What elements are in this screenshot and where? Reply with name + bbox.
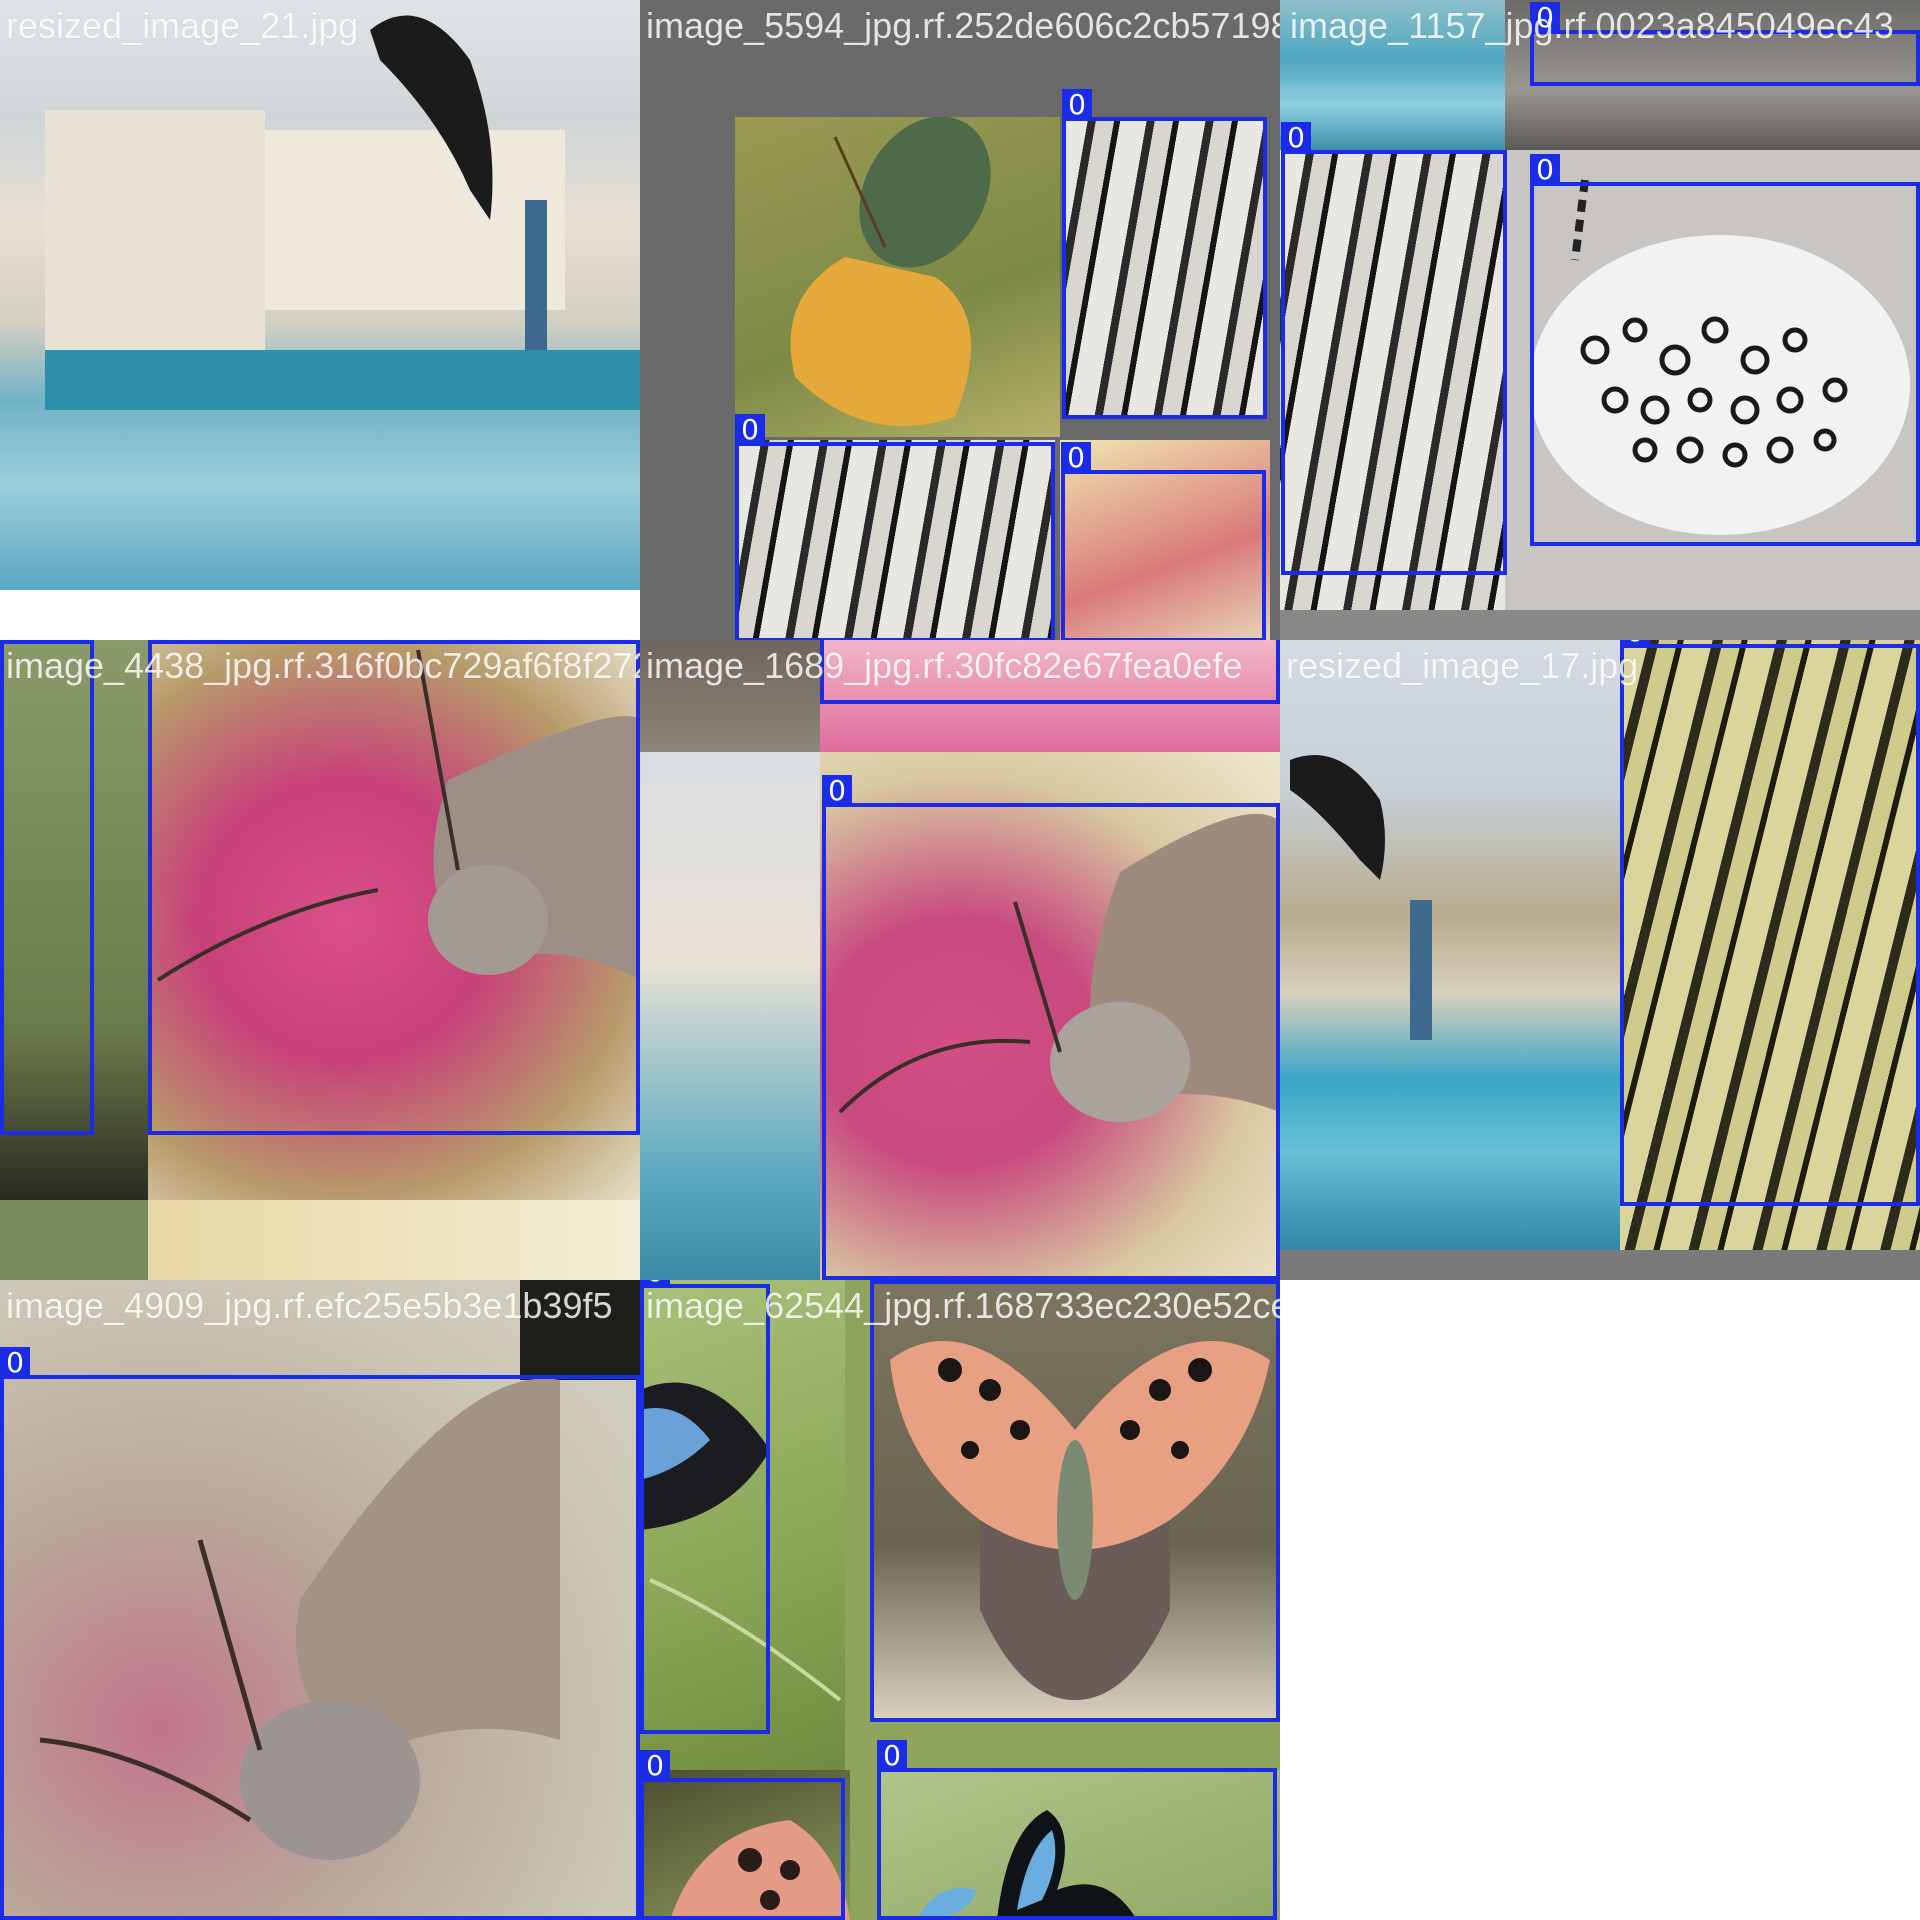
tile-filename: image_62544_jpg.rf.168733ec230e52ceba59a… (646, 1285, 1280, 1326)
detection-box: 0 (148, 640, 640, 1135)
class-label: 0 (640, 1750, 670, 1782)
mosaic-tile-4: 0 0 image_4438_jpg.rf.316f0bc729af6f8f27… (0, 640, 640, 1280)
detection-box: 0 (0, 1347, 640, 1920)
tile-filename: resized_image_21.jpg (6, 5, 359, 46)
detection-box: 0 (640, 1280, 770, 1734)
detection-box: 0 (870, 1280, 1280, 1722)
tile-filename: image_1689_jpg.rf.30fc82e67fea0efe (646, 645, 1243, 686)
pool-strip-image (640, 752, 820, 1280)
tile-filename: image_4438_jpg.rf.316f0bc729af6f8f272974 (6, 645, 640, 686)
class-label: 0 (0, 1347, 30, 1379)
class-label: 0 (0, 640, 30, 644)
tile-filename: resized_image_17.jpg (1286, 645, 1639, 686)
class-label: 0 (877, 1740, 907, 1772)
tile-filename: image_1157_jpg.rf.0023a845049ec43 (1290, 5, 1894, 46)
class-label: 0 (1281, 122, 1311, 154)
dolphin-pool-scene (0, 0, 640, 590)
detection-box: 0 (1620, 640, 1920, 1206)
class-label: 0 (1530, 154, 1560, 186)
detection-box: 0 (640, 1750, 845, 1920)
class-label: 0 (870, 1280, 900, 1284)
class-label: 0 (735, 414, 765, 446)
class-label: 0 (822, 775, 852, 807)
mosaic-tile-5: 0 0 image_1689_jpg.rf.30fc82e67fea0efe (640, 640, 1280, 1280)
detection-box: 0 (1281, 122, 1507, 575)
tile-filename: image_4909_jpg.rf.efc25e5b3e1b39f5 (6, 1285, 613, 1326)
mosaic-tile-7: 0 image_4909_jpg.rf.efc25e5b3e1b39f5 (0, 1280, 640, 1920)
detection-box: 0 (735, 414, 1055, 640)
mosaic-tile-empty (1280, 1280, 1920, 1920)
mosaic-tile-6: 0 resized_image_17.jpg (1280, 640, 1920, 1280)
dolphin-pool-scene (1280, 640, 1620, 1250)
detection-box: 0 (1061, 442, 1266, 640)
detection-box: 0 (877, 1740, 1277, 1920)
flower-strip-image (148, 1200, 640, 1280)
class-label: 0 (148, 640, 178, 644)
tile-filename: image_5594_jpg.rf.252de606c2cb571986486 (646, 5, 1280, 46)
mosaic-tile-3: 0 0 0 image_1157_jpg.rf.0023a845049ec43 (1280, 0, 1920, 640)
detection-box: 0 (0, 640, 94, 1135)
detection-box: 0 (1530, 154, 1920, 546)
detection-box: 0 (1062, 89, 1267, 419)
class-label: 0 (1061, 442, 1091, 474)
mosaic-tile-2: 0 0 0 image_5594_jpg.rf.252de606c2cb5719… (640, 0, 1280, 640)
orange-butterfly-image (735, 117, 1060, 437)
mosaic-tile-1: resized_image_21.jpg (0, 0, 640, 640)
detection-box: 0 (822, 775, 1280, 1280)
class-label: 0 (1062, 89, 1092, 121)
mosaic-tile-8: 0 0 0 0 image_62544_jpg.rf.168733ec230e5… (640, 1280, 1280, 1920)
